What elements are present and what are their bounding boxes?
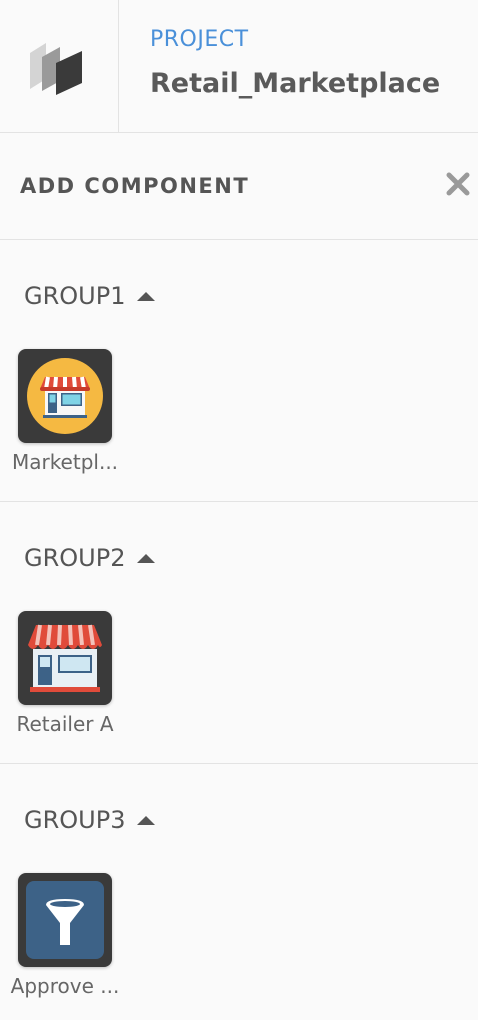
- caret-up-icon: [137, 553, 156, 563]
- component-label: Marketpl...: [11, 450, 119, 474]
- group-2: GROUP2 Retailer A: [0, 502, 478, 764]
- component-tile-approve[interactable]: [18, 873, 112, 967]
- group-3-header[interactable]: GROUP3: [24, 806, 156, 834]
- add-component-bar: ADD COMPONENT: [0, 133, 478, 240]
- group-1-header[interactable]: GROUP1: [24, 282, 156, 310]
- component-label: Retailer A: [16, 712, 114, 736]
- layers-logo-icon: [30, 43, 82, 95]
- group-2-title: GROUP2: [24, 544, 126, 572]
- component-label: Approve ...: [10, 974, 120, 998]
- add-component-title: ADD COMPONENT: [20, 174, 250, 198]
- group-2-header[interactable]: GROUP2: [24, 544, 156, 572]
- group-3: GROUP3 Approve ...: [0, 764, 478, 1020]
- funnel-icon: [26, 881, 104, 959]
- shop-icon: [28, 624, 102, 692]
- component-tile-retailer-a[interactable]: [18, 611, 112, 705]
- group-1: GROUP1 Marketpl...: [0, 240, 478, 502]
- project-header: PROJECT Retail_Marketplace: [0, 0, 478, 133]
- logo[interactable]: [0, 0, 119, 132]
- close-icon: [446, 172, 470, 196]
- project-label: PROJECT: [150, 27, 249, 52]
- group-3-title: GROUP3: [24, 806, 126, 834]
- close-button[interactable]: [444, 170, 472, 198]
- project-name: Retail_Marketplace: [150, 68, 441, 99]
- caret-up-icon: [137, 815, 156, 825]
- component-tile-marketplace[interactable]: [18, 349, 112, 443]
- caret-up-icon: [137, 291, 156, 301]
- storefront-icon: [27, 358, 103, 434]
- group-1-title: GROUP1: [24, 282, 126, 310]
